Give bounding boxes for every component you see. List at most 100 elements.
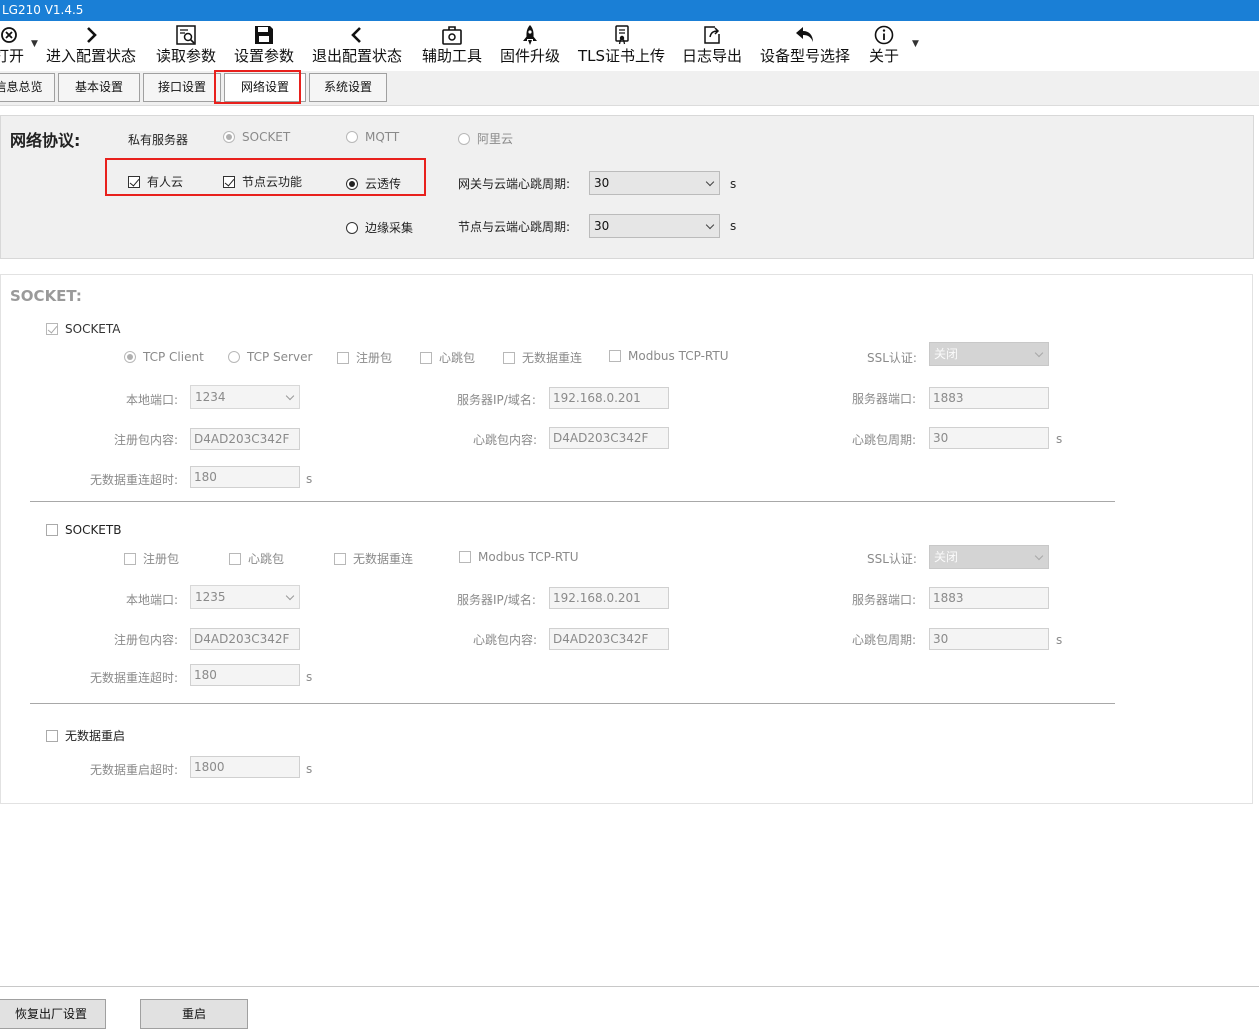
socket-a-server-port-input[interactable]: 1883: [929, 387, 1049, 409]
heartbeat-packet-label: 心跳包: [439, 351, 476, 365]
radio-dot: [223, 131, 235, 143]
socket-a-heartbeat-period-input[interactable]: 30: [929, 427, 1049, 449]
chevron-right-icon: [81, 24, 101, 46]
toolbar-device-model-button[interactable]: 设备型号选择: [760, 24, 850, 70]
socket-b-ssl-select[interactable]: 关闭: [929, 545, 1049, 569]
socket-b-no-data-reconnect-checkbox[interactable]: 无数据重连: [334, 550, 413, 567]
toolbox-icon: [441, 24, 463, 46]
socket-a-ssl-label: SSL认证:: [867, 351, 917, 365]
socket-b-heartbeat-period-unit: s: [1056, 633, 1063, 647]
toolbar-label: TLS证书上传: [578, 47, 666, 65]
edge-collect-radio[interactable]: 边缘采集: [346, 219, 413, 236]
toolbar-read-params-button[interactable]: 读取参数: [156, 24, 216, 70]
tab-interface-settings[interactable]: 接口设置: [143, 73, 221, 102]
protocol-aliyun-radio[interactable]: 阿里云: [458, 130, 513, 147]
chevron-down-icon: [285, 391, 295, 401]
local-port-value: 1234: [195, 390, 226, 404]
radio-dot: [124, 351, 136, 363]
socket-b-heartbeat-period-input[interactable]: 30: [929, 628, 1049, 650]
gateway-heartbeat-label: 网关与云端心跳周期:: [458, 177, 571, 191]
socket-a-heartbeat-packet-checkbox[interactable]: 心跳包: [420, 349, 475, 366]
protocol-socket-radio[interactable]: SOCKET: [223, 130, 290, 144]
socket-b-ssl-label: SSL认证:: [867, 552, 917, 566]
socket-b-label: SOCKETB: [65, 523, 122, 537]
socket-a-heartbeat-content-input[interactable]: D4AD203C342F: [549, 427, 669, 449]
socket-b-server-ip-label: 服务器IP/域名:: [457, 593, 536, 607]
toolbar-log-export-button[interactable]: 日志导出: [682, 24, 742, 70]
toolbar-label: 设置参数: [234, 47, 295, 65]
socket-b-server-port-input[interactable]: 1883: [929, 587, 1049, 609]
socket-a-checkbox[interactable]: SOCKETA: [46, 322, 121, 336]
toolbar-tls-upload-button[interactable]: TLS证书上传: [578, 24, 665, 70]
tab-system-settings[interactable]: 系统设置: [309, 73, 387, 102]
socket-b-checkbox[interactable]: SOCKETB: [46, 523, 121, 537]
socket-a-local-port-select[interactable]: 1234: [190, 385, 300, 409]
highlight-box-network-tab: [214, 70, 301, 104]
tab-overview[interactable]: 信息总览: [0, 73, 55, 102]
radio-dot: [346, 221, 358, 234]
socket-a-register-content-input[interactable]: D4AD203C342F: [190, 428, 300, 450]
socket-a-tcp-client-radio[interactable]: TCP Client: [124, 350, 204, 364]
socket-b-server-port-label: 服务器端口:: [852, 593, 917, 607]
socket-a-reconnect-timeout-label: 无数据重连超时:: [90, 473, 179, 487]
undo-arrow-icon: [794, 24, 816, 46]
socket-b-heartbeat-period-label: 心跳包周期:: [852, 633, 917, 647]
toolbar-about-button[interactable]: 关于: [869, 24, 899, 70]
checkbox-box: [337, 351, 349, 364]
toolbar-open-button[interactable]: 打开: [0, 24, 24, 70]
gateway-heartbeat-select[interactable]: 30: [589, 171, 720, 195]
about-dropdown-caret-icon[interactable]: ▼: [912, 39, 919, 49]
protocol-socket-label: SOCKET: [242, 130, 291, 144]
chevron-left-icon: [347, 24, 367, 46]
socket-section-title: SOCKET:: [10, 287, 82, 305]
socket-b-heartbeat-content-input[interactable]: D4AD203C342F: [549, 628, 669, 650]
toolbar-set-params-button[interactable]: 设置参数: [234, 24, 294, 70]
no-data-restart-timeout-input[interactable]: 1800: [190, 756, 300, 778]
radio-dot: [346, 131, 358, 143]
edge-collect-label: 边缘采集: [365, 221, 414, 235]
socket-a-reconnect-timeout-input[interactable]: 180: [190, 466, 300, 488]
gateway-heartbeat-unit: s: [730, 177, 737, 191]
no-data-restart-checkbox[interactable]: 无数据重启: [46, 727, 125, 744]
node-heartbeat-select[interactable]: 30: [589, 214, 720, 238]
socket-a-tcp-server-radio[interactable]: TCP Server: [228, 350, 312, 364]
socket-a-modbus-checkbox[interactable]: Modbus TCP-RTU: [609, 349, 729, 363]
network-protocol-title: 网络协议:: [10, 131, 81, 150]
checkbox-box: [334, 552, 346, 565]
socket-b-register-packet-checkbox[interactable]: 注册包: [124, 550, 179, 567]
toolbar-enter-config-button[interactable]: 进入配置状态: [46, 24, 136, 70]
open-dropdown-caret-icon[interactable]: ▼: [31, 39, 38, 49]
restart-button[interactable]: 重启: [140, 999, 248, 1029]
footer-divider: [0, 986, 1259, 987]
checkbox-box: [420, 351, 432, 364]
highlight-box-cloud-options: [105, 158, 426, 196]
protocol-mqtt-radio[interactable]: MQTT: [346, 130, 399, 144]
toolbar-firmware-upgrade-button[interactable]: 固件升级: [500, 24, 560, 70]
save-icon: [253, 24, 275, 46]
socket-a-no-data-reconnect-checkbox[interactable]: 无数据重连: [503, 349, 582, 366]
factory-reset-button[interactable]: 恢复出厂设置: [0, 999, 106, 1029]
tab-basic-settings[interactable]: 基本设置: [58, 73, 140, 102]
socket-a-local-port-label: 本地端口:: [126, 393, 179, 407]
toolbar-label: 打开: [0, 47, 25, 65]
socket-b-reconnect-timeout-input[interactable]: 180: [190, 664, 300, 686]
socket-a-register-packet-checkbox[interactable]: 注册包: [337, 349, 392, 366]
no-data-reconnect-label: 无数据重连: [522, 351, 583, 365]
socket-b-modbus-checkbox[interactable]: Modbus TCP-RTU: [459, 550, 579, 564]
tcp-server-label: TCP Server: [247, 350, 313, 364]
socket-b-register-content-input[interactable]: D4AD203C342F: [190, 628, 300, 650]
socket-b-heartbeat-packet-checkbox[interactable]: 心跳包: [229, 550, 284, 567]
checkbox-box: [503, 351, 515, 364]
no-data-restart-timeout-unit: s: [306, 762, 313, 776]
toolbar-label: 固件升级: [500, 47, 561, 65]
local-port-value: 1235: [195, 590, 226, 604]
toolbar-aux-tools-button[interactable]: 辅助工具: [422, 24, 482, 70]
chevron-down-icon: [285, 591, 295, 601]
socket-b-server-ip-input[interactable]: 192.168.0.201: [549, 587, 669, 609]
socket-b-local-port-select[interactable]: 1235: [190, 585, 300, 609]
socket-a-ssl-select[interactable]: 关闭: [929, 342, 1049, 366]
checkbox-box: [229, 552, 241, 565]
tab-bar: 信息总览 基本设置 接口设置 网络设置 系统设置: [0, 71, 1259, 106]
socket-a-server-ip-input[interactable]: 192.168.0.201: [549, 387, 669, 409]
toolbar-exit-config-button[interactable]: 退出配置状态: [312, 24, 402, 70]
